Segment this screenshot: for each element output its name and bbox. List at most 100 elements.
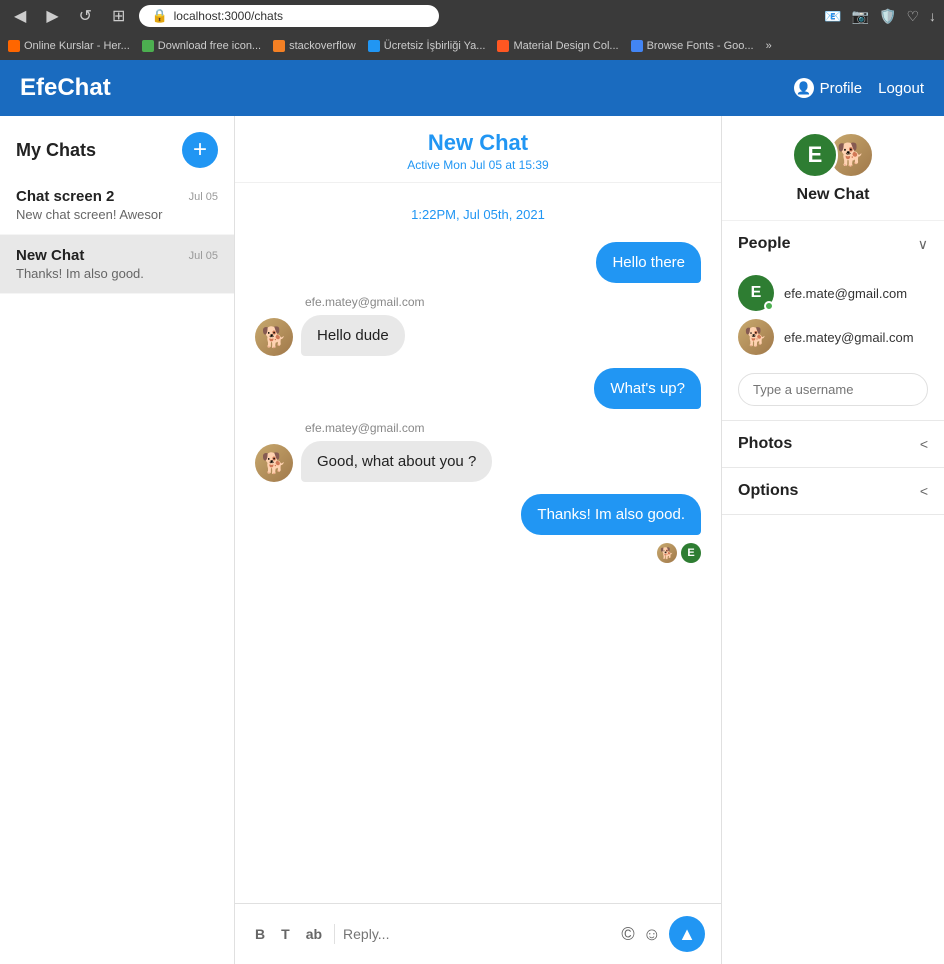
message-row: Thanks! Im also good.	[521, 494, 701, 535]
chat-status: Active Mon Jul 05 at 15:39	[255, 158, 701, 172]
message-sender: efe.matey@gmail.com	[305, 421, 425, 435]
new-chat-button[interactable]: +	[182, 132, 218, 168]
person-item: 🐕 efe.matey@gmail.com	[738, 319, 928, 355]
message-bubble: Hello dude	[301, 315, 405, 356]
bookmark-3[interactable]: stackoverflow	[273, 40, 356, 52]
read-avatar-doge: 🐕	[657, 543, 677, 563]
forward-button[interactable]: ▶	[40, 4, 64, 28]
photos-section: Photos <	[722, 421, 944, 468]
person-avatar-doge: 🐕	[738, 319, 774, 355]
main-content: My Chats + Chat screen 2 Jul 05 New chat…	[0, 116, 944, 964]
message-row: 🐕 Good, what about you ?	[255, 441, 492, 482]
right-chat-name: New Chat	[797, 186, 870, 204]
text-button[interactable]: T	[277, 922, 294, 946]
grid-button[interactable]: ⊞	[106, 4, 131, 28]
sidebar-header: My Chats +	[0, 116, 234, 176]
bookmark-4[interactable]: Ücretsiz İşbirliği Ya...	[368, 40, 486, 52]
header-nav: 👤 Profile Logout	[794, 78, 924, 98]
chat-item-date: Jul 05	[189, 191, 218, 203]
browser-icon-5: ↓	[929, 8, 936, 25]
message-read-avatars: 🐕 E	[657, 543, 701, 563]
right-panel-header: E 🐕 New Chat	[722, 116, 944, 221]
bookmarks-more[interactable]: »	[766, 40, 772, 52]
message-row: 🐕 Hello dude	[255, 315, 405, 356]
right-panel: E 🐕 New Chat People ∨ E e	[722, 116, 944, 964]
chat-item-date-active: Jul 05	[189, 250, 218, 262]
message-group: Hello there	[255, 242, 701, 283]
browser-icon-2: 📷	[852, 8, 869, 25]
message-bubble: What's up?	[594, 368, 701, 409]
browser-chrome: ◀ ▶ ↺ ⊞ 🔒 localhost:3000/chats 📧 📷 🛡️ ♡ …	[0, 0, 944, 60]
options-section: Options <	[722, 468, 944, 515]
people-section-header[interactable]: People ∨	[722, 221, 944, 267]
people-list: E efe.mate@gmail.com 🐕 efe.matey@gmail.c…	[722, 267, 944, 363]
bookmark-2[interactable]: Download free icon...	[142, 40, 261, 52]
browser-icon-4: ♡	[906, 8, 919, 25]
chat-area: New Chat Active Mon Jul 05 at 15:39 1:22…	[235, 116, 722, 964]
url-bar[interactable]: 🔒 localhost:3000/chats	[139, 5, 439, 27]
photos-section-header[interactable]: Photos <	[722, 421, 944, 467]
people-title: People	[738, 235, 790, 253]
app-header: EfeChat 👤 Profile Logout	[0, 60, 944, 116]
message-row: What's up?	[594, 368, 701, 409]
bold-button[interactable]: B	[251, 922, 269, 946]
options-title: Options	[738, 482, 798, 500]
online-indicator	[764, 301, 774, 311]
browser-icon-3: 🛡️	[879, 8, 896, 25]
read-avatar-e: E	[681, 543, 701, 563]
profile-link[interactable]: 👤 Profile	[794, 78, 863, 98]
avatar: 🐕	[255, 444, 293, 482]
lowercase-button[interactable]: ab	[302, 922, 326, 946]
options-chevron: <	[920, 483, 928, 499]
person-avatar-e: E	[738, 275, 774, 311]
left-sidebar: My Chats + Chat screen 2 Jul 05 New chat…	[0, 116, 235, 964]
chat-item-preview-active: Thanks! Im also good.	[16, 266, 218, 281]
message-group: efe.matey@gmail.com 🐕 Hello dude	[255, 295, 701, 356]
message-bubble: Thanks! Im also good.	[521, 494, 701, 535]
chat-header: New Chat Active Mon Jul 05 at 15:39	[235, 116, 721, 183]
chat-item-active[interactable]: New Chat Jul 05 Thanks! Im also good.	[0, 235, 234, 294]
avatar: 🐕	[255, 318, 293, 356]
app-logo: EfeChat	[20, 74, 794, 102]
message-bubble: Good, what about you ?	[301, 441, 492, 482]
bookmark-1[interactable]: Online Kurslar - Her...	[8, 40, 130, 52]
chat-title: New Chat	[255, 130, 701, 156]
refresh-button[interactable]: ↺	[73, 4, 98, 28]
chat-item-name-active: New Chat	[16, 247, 84, 264]
person-email: efe.mate@gmail.com	[784, 286, 907, 301]
photos-title: Photos	[738, 435, 792, 453]
message-input-area: B T ab © ☺ ▲	[235, 903, 721, 964]
bookmark-5[interactable]: Material Design Col...	[497, 40, 618, 52]
message-group: What's up?	[255, 368, 701, 409]
input-divider	[334, 924, 335, 944]
send-button[interactable]: ▲	[669, 916, 705, 952]
chat-item-preview: New chat screen! Awesor	[16, 207, 218, 222]
message-group: Thanks! Im also good. 🐕 E	[255, 494, 701, 563]
chat-item-name: Chat screen 2	[16, 188, 114, 205]
person-item: E efe.mate@gmail.com	[738, 275, 928, 311]
username-input[interactable]	[738, 373, 928, 406]
logout-link[interactable]: Logout	[878, 80, 924, 97]
people-chevron: ∨	[918, 236, 928, 253]
message-row: Hello there	[596, 242, 701, 283]
message-group: efe.matey@gmail.com 🐕 Good, what about y…	[255, 421, 701, 482]
message-sender: efe.matey@gmail.com	[305, 295, 425, 309]
emoji-button[interactable]: ©	[621, 924, 634, 945]
people-section: People ∨ E efe.mate@gmail.com 🐕 efe.mate…	[722, 221, 944, 421]
message-bubble: Hello there	[596, 242, 701, 283]
date-divider: 1:22PM, Jul 05th, 2021	[255, 207, 701, 222]
sidebar-title: My Chats	[16, 140, 96, 161]
messages-container: 1:22PM, Jul 05th, 2021 Hello there efe.m…	[235, 183, 721, 903]
chat-avatars: E 🐕	[792, 132, 874, 178]
smiley-button[interactable]: ☺	[643, 924, 661, 945]
chat-list: Chat screen 2 Jul 05 New chat screen! Aw…	[0, 176, 234, 964]
chat-item[interactable]: Chat screen 2 Jul 05 New chat screen! Aw…	[0, 176, 234, 235]
browser-icon-1: 📧	[824, 8, 841, 25]
options-section-header[interactable]: Options <	[722, 468, 944, 514]
url-text: localhost:3000/chats	[174, 9, 283, 23]
message-input[interactable]	[343, 926, 613, 942]
photos-chevron: <	[920, 436, 928, 452]
app: EfeChat 👤 Profile Logout My Chats + Chat…	[0, 60, 944, 964]
bookmark-6[interactable]: Browse Fonts - Goo...	[631, 40, 754, 52]
back-button[interactable]: ◀	[8, 4, 32, 28]
